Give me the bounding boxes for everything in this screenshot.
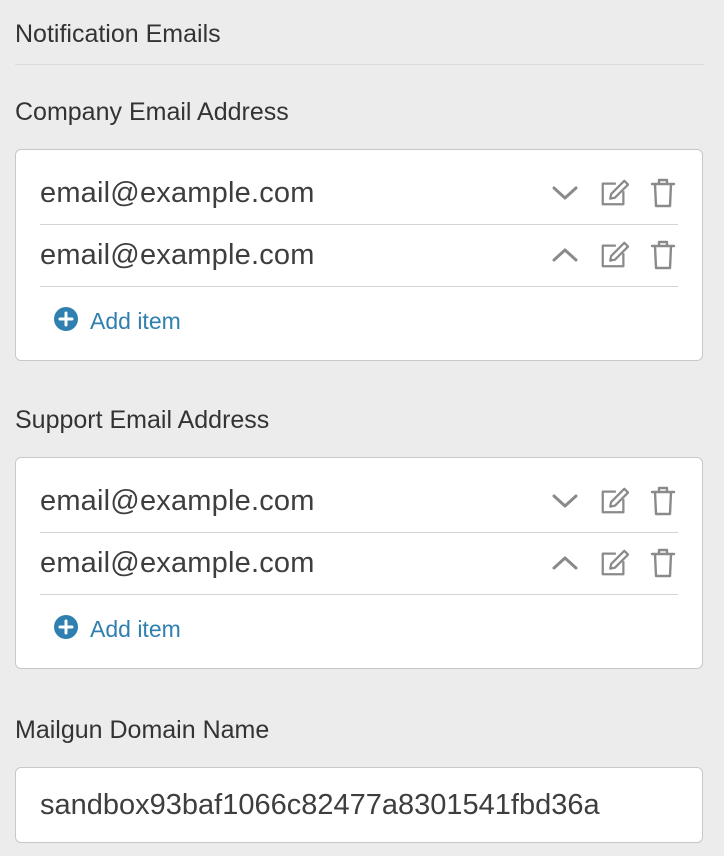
- row-actions: [531, 162, 678, 224]
- support-email-list: email@example.com email@example.com Add …: [15, 457, 703, 669]
- mailgun-domain-label: Mailgun Domain Name: [15, 716, 270, 744]
- trash-icon[interactable]: [648, 548, 678, 578]
- row-actions: [531, 470, 678, 532]
- mailgun-domain-input[interactable]: sandbox93baf1066c82477a8301541fbd36a: [15, 767, 703, 843]
- edit-icon[interactable]: [599, 240, 629, 270]
- row-actions: [531, 532, 678, 594]
- add-item-label: Add item: [90, 307, 181, 334]
- list-item-text[interactable]: email@example.com: [40, 532, 315, 594]
- edit-icon[interactable]: [599, 486, 629, 516]
- trash-icon[interactable]: [648, 486, 678, 516]
- plus-circle-icon: [54, 306, 78, 336]
- add-item-button[interactable]: Add item: [54, 612, 181, 646]
- chevron-down-icon[interactable]: [550, 178, 580, 208]
- trash-icon[interactable]: [648, 178, 678, 208]
- company-email-list: email@example.com email@example.com Add …: [15, 149, 703, 361]
- list-item-text[interactable]: email@example.com: [40, 224, 315, 286]
- row-actions: [531, 224, 678, 286]
- section-title: Notification Emails: [15, 20, 221, 48]
- edit-icon[interactable]: [599, 178, 629, 208]
- list-item-text[interactable]: email@example.com: [40, 470, 315, 532]
- list-item: email@example.com: [40, 532, 678, 595]
- list-item: email@example.com: [40, 224, 678, 287]
- chevron-down-icon[interactable]: [550, 486, 580, 516]
- company-email-label: Company Email Address: [15, 98, 289, 126]
- list-item: email@example.com: [40, 162, 678, 225]
- add-item-label: Add item: [90, 615, 181, 642]
- list-item: email@example.com: [40, 470, 678, 533]
- plus-circle-icon: [54, 614, 78, 644]
- add-item-button[interactable]: Add item: [54, 304, 181, 338]
- chevron-up-icon[interactable]: [550, 548, 580, 578]
- chevron-up-icon[interactable]: [550, 240, 580, 270]
- edit-icon[interactable]: [599, 548, 629, 578]
- support-email-label: Support Email Address: [15, 406, 270, 434]
- trash-icon[interactable]: [648, 240, 678, 270]
- list-item-text[interactable]: email@example.com: [40, 162, 315, 224]
- section-divider: [15, 64, 704, 65]
